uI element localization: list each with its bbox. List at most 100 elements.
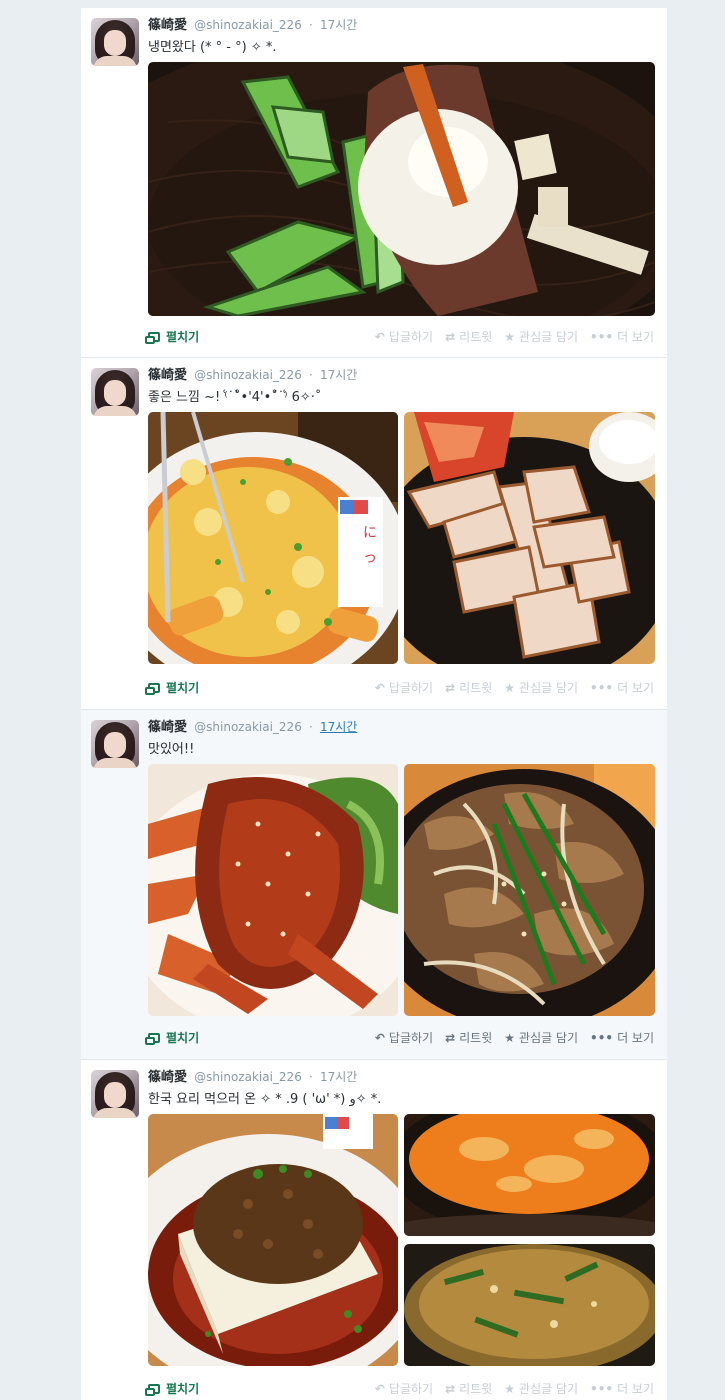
retweet-label: 리트윗: [459, 681, 493, 695]
photo-pajeon[interactable]: [404, 1244, 655, 1366]
retweet-label: 리트윗: [459, 330, 493, 344]
tweet-actions: 펼치기 ↶ 답글하기 ⇄ 리트윗 ★ 관심글 담기 ••• 더 보기: [145, 679, 654, 697]
action-bar: ↶ 답글하기 ⇄ 리트윗 ★ 관심글 담기 ••• 더 보기: [375, 1380, 654, 1397]
expand-button[interactable]: 펼치기: [145, 679, 200, 696]
action-bar: ↶ 답글하기 ⇄ 리트윗 ★ 관심글 담기 ••• 더 보기: [375, 328, 654, 345]
reply-button[interactable]: ↶ 답글하기: [375, 328, 433, 345]
user-handle[interactable]: @shinozakiai_226: [194, 720, 302, 734]
photo-samgyeopsal[interactable]: [404, 412, 655, 664]
tweet-text: 한국 요리 먹으러 온 ✧ * .9 ( 'ω' *) ﻭ✧ *.: [148, 1092, 382, 1107]
reply-label: 답글하기: [388, 1031, 434, 1045]
more-button[interactable]: ••• 더 보기: [590, 328, 654, 345]
retweet-button[interactable]: ⇄ 리트윗: [445, 1380, 492, 1397]
favorite-button[interactable]: ★ 관심글 담기: [504, 1029, 578, 1046]
photo-expand-icon: [145, 1383, 160, 1396]
timestamp[interactable]: 17시간: [320, 368, 357, 382]
photo-bulgogi[interactable]: [404, 764, 655, 1016]
tweet-4[interactable]: 篠崎愛 @shinozakiai_226 · 17시간 한국 요리 먹으러 온 …: [81, 1060, 667, 1400]
expand-label: 펼치기: [166, 1382, 200, 1396]
photo-tofu-meat[interactable]: [148, 1114, 398, 1366]
photo-tteokbokki-cheese[interactable]: に っ: [148, 412, 398, 664]
favorite-button[interactable]: ★ 관심글 담기: [504, 679, 578, 696]
star-icon: ★: [504, 1381, 516, 1396]
user-handle[interactable]: @shinozakiai_226: [194, 1070, 302, 1084]
more-button[interactable]: ••• 더 보기: [590, 1029, 654, 1046]
reply-icon: ↶: [374, 1030, 385, 1045]
tweet-3[interactable]: 篠崎愛 @shinozakiai_226 · 17시간 맛있어!! 펼치기 ↶ …: [81, 710, 667, 1060]
retweet-label: 리트윗: [459, 1031, 493, 1045]
photo-sundubu[interactable]: [404, 1114, 655, 1236]
avatar[interactable]: [91, 720, 139, 768]
retweet-icon: ⇄: [445, 1381, 456, 1396]
user-handle[interactable]: @shinozakiai_226: [194, 18, 302, 32]
user-name[interactable]: 篠崎愛: [148, 1070, 187, 1085]
reply-icon: ↶: [374, 680, 385, 695]
avatar[interactable]: [91, 18, 139, 66]
favorite-button[interactable]: ★ 관심글 담기: [504, 328, 578, 345]
retweet-icon: ⇄: [445, 680, 456, 695]
more-dots-icon: •••: [590, 329, 614, 344]
svg-text:に: に: [363, 525, 377, 541]
star-icon: ★: [504, 680, 516, 695]
more-dots-icon: •••: [590, 1381, 614, 1396]
expand-button[interactable]: 펼치기: [145, 1380, 200, 1397]
expand-label: 펼치기: [166, 330, 200, 344]
tweet-text: 맛있어!!: [148, 742, 195, 757]
user-name[interactable]: 篠崎愛: [148, 18, 187, 33]
reply-icon: ↶: [374, 329, 385, 344]
tweet-2[interactable]: 篠崎愛 @shinozakiai_226 · 17시간 좋은 느낌 ~! ⁽͑˙…: [81, 358, 667, 710]
reply-button[interactable]: ↶ 답글하기: [375, 1029, 433, 1046]
tweet-actions: 펼치기 ↶ 답글하기 ⇄ 리트윗 ★ 관심글 담기 ••• 더 보기: [145, 328, 654, 346]
reply-button[interactable]: ↶ 답글하기: [375, 1380, 433, 1397]
reply-label: 답글하기: [388, 330, 434, 344]
more-button[interactable]: ••• 더 보기: [590, 679, 654, 696]
tweet-header: 篠崎愛 @shinozakiai_226 · 17시간: [148, 719, 357, 736]
tweet-header: 篠崎愛 @shinozakiai_226 · 17시간: [148, 1069, 357, 1086]
retweet-button[interactable]: ⇄ 리트윗: [445, 679, 492, 696]
separator: ·: [308, 368, 313, 382]
favorite-label: 관심글 담기: [519, 1031, 579, 1045]
timeline: 篠崎愛 @shinozakiai_226 · 17시간 냉면왔다 (* ° - …: [81, 8, 667, 1400]
expand-label: 펼치기: [166, 681, 200, 695]
favorite-label: 관심글 담기: [519, 681, 579, 695]
more-button[interactable]: ••• 더 보기: [590, 1380, 654, 1397]
retweet-button[interactable]: ⇄ 리트윗: [445, 1029, 492, 1046]
tweet-1[interactable]: 篠崎愛 @shinozakiai_226 · 17시간 냉면왔다 (* ° - …: [81, 8, 667, 358]
action-bar: ↶ 답글하기 ⇄ 리트윗 ★ 관심글 담기 ••• 더 보기: [375, 679, 654, 696]
tweet-text: 좋은 느낌 ~! ⁽͑˙˚̀•'4'•˚́˙⁾͑ 6✧‧˚: [148, 390, 322, 405]
expand-label: 펼치기: [166, 1031, 200, 1045]
photo-expand-icon: [145, 1032, 160, 1045]
tweet-text: 냉면왔다 (* ° - °) ✧ *.: [148, 40, 277, 55]
retweet-icon: ⇄: [445, 329, 456, 344]
timestamp[interactable]: 17시간: [320, 720, 357, 734]
timestamp[interactable]: 17시간: [320, 18, 357, 32]
user-name[interactable]: 篠崎愛: [148, 368, 187, 383]
avatar[interactable]: [91, 1070, 139, 1118]
more-label: 더 보기: [617, 330, 654, 344]
retweet-icon: ⇄: [445, 1030, 456, 1045]
reply-icon: ↶: [374, 1381, 385, 1396]
star-icon: ★: [504, 1030, 516, 1045]
more-dots-icon: •••: [590, 1030, 614, 1045]
favorite-label: 관심글 담기: [519, 1382, 579, 1396]
reply-label: 답글하기: [388, 681, 434, 695]
expand-button[interactable]: 펼치기: [145, 1029, 200, 1046]
reply-button[interactable]: ↶ 답글하기: [375, 679, 433, 696]
favorite-button[interactable]: ★ 관심글 담기: [504, 1380, 578, 1397]
tweet-header: 篠崎愛 @shinozakiai_226 · 17시간: [148, 17, 357, 34]
expand-button[interactable]: 펼치기: [145, 328, 200, 345]
user-name[interactable]: 篠崎愛: [148, 720, 187, 735]
retweet-label: 리트윗: [459, 1382, 493, 1396]
more-label: 더 보기: [617, 681, 654, 695]
action-bar: ↶ 답글하기 ⇄ 리트윗 ★ 관심글 담기 ••• 더 보기: [375, 1029, 654, 1046]
separator: ·: [308, 18, 313, 32]
timestamp[interactable]: 17시간: [320, 1070, 357, 1084]
tweet-header: 篠崎愛 @shinozakiai_226 · 17시간: [148, 367, 357, 384]
retweet-button[interactable]: ⇄ 리트윗: [445, 328, 492, 345]
user-handle[interactable]: @shinozakiai_226: [194, 368, 302, 382]
star-icon: ★: [504, 329, 516, 344]
separator: ·: [308, 1070, 313, 1084]
photo-naengmyeon[interactable]: [148, 62, 655, 316]
photo-yangnyeom-crab[interactable]: [148, 764, 398, 1016]
avatar[interactable]: [91, 368, 139, 416]
